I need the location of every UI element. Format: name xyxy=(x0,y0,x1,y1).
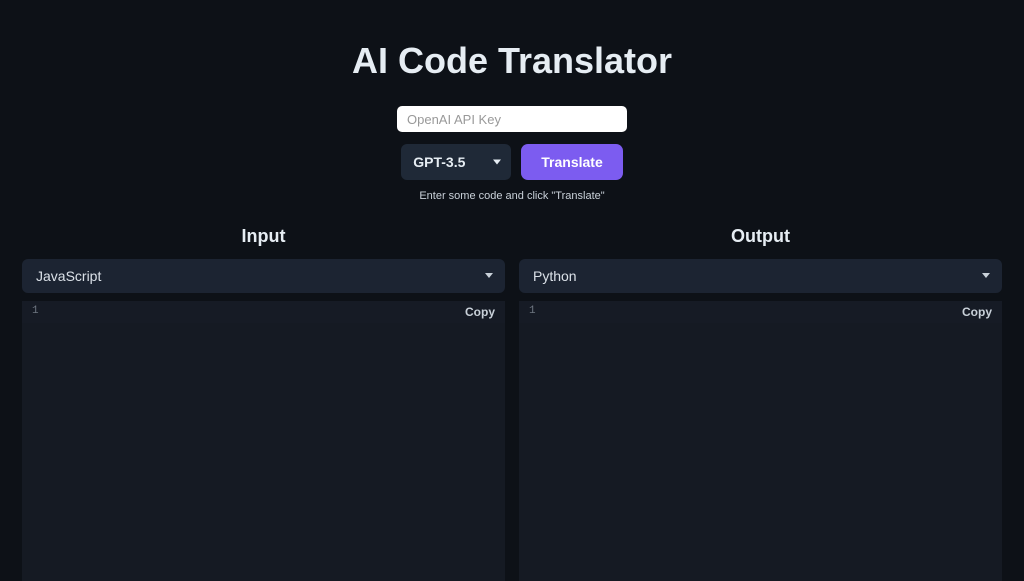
input-editor-header: 1 Copy xyxy=(22,301,505,323)
model-select[interactable]: GPT-3.5 xyxy=(401,144,511,180)
input-copy-button[interactable]: Copy xyxy=(463,305,497,319)
output-language-select[interactable]: Python xyxy=(519,259,1002,293)
input-editor-body[interactable] xyxy=(22,323,505,581)
input-panel: Input JavaScript 1 Copy xyxy=(22,226,505,581)
panels-container: Input JavaScript 1 Copy Output Python xyxy=(0,226,1024,581)
input-panel-title: Input xyxy=(22,226,505,247)
output-line-number: 1 xyxy=(527,305,536,317)
input-language-select[interactable]: JavaScript xyxy=(22,259,505,293)
controls-row: GPT-3.5 Translate xyxy=(401,144,622,180)
hint-text: Enter some code and click "Translate" xyxy=(419,190,604,202)
model-select-wrapper: GPT-3.5 xyxy=(401,144,511,180)
input-language-wrapper: JavaScript xyxy=(22,259,505,301)
output-editor-header: 1 Copy xyxy=(519,301,1002,323)
api-key-input[interactable] xyxy=(397,106,627,132)
page-title: AI Code Translator xyxy=(352,40,672,82)
translate-button[interactable]: Translate xyxy=(521,144,622,180)
output-language-wrapper: Python xyxy=(519,259,1002,301)
input-line-number: 1 xyxy=(30,305,39,317)
output-copy-button[interactable]: Copy xyxy=(960,305,994,319)
output-panel-title: Output xyxy=(519,226,1002,247)
output-panel: Output Python 1 Copy xyxy=(519,226,1002,581)
input-editor[interactable]: 1 Copy xyxy=(22,301,505,581)
output-editor-body[interactable] xyxy=(519,323,1002,581)
output-editor[interactable]: 1 Copy xyxy=(519,301,1002,581)
